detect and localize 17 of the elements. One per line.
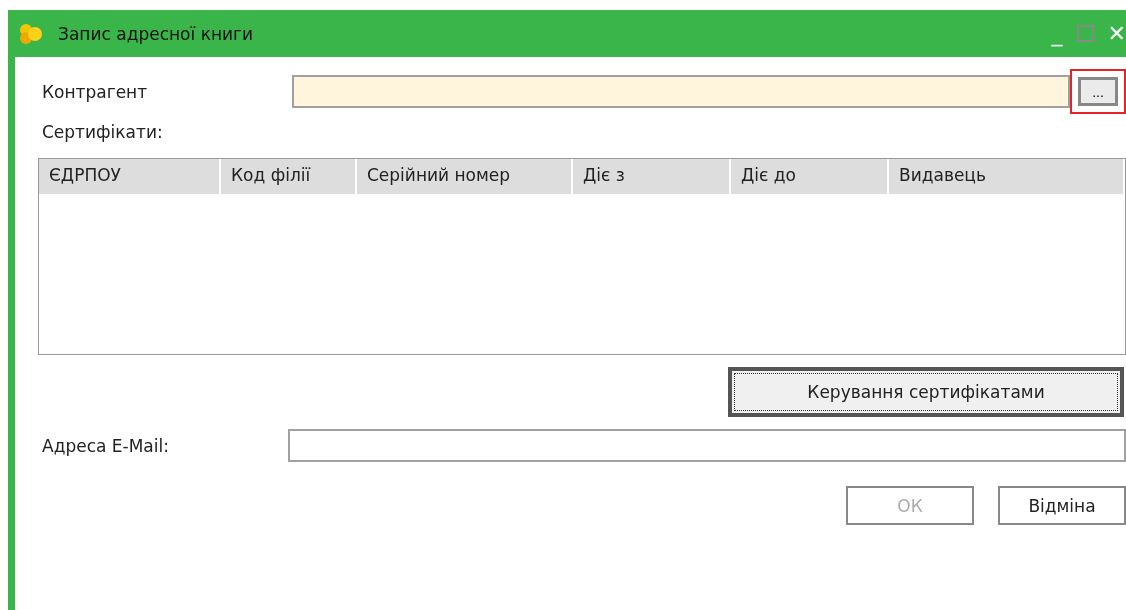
email-field[interactable] bbox=[288, 429, 1126, 462]
dialog-button[interactable]: Відміна bbox=[998, 486, 1126, 525]
column-header[interactable]: Видавець bbox=[889, 159, 1125, 194]
field-label: Контрагент bbox=[42, 81, 149, 102]
maximize-button[interactable] bbox=[1076, 25, 1094, 42]
column-header[interactable]: Діє з bbox=[573, 159, 731, 194]
column-header[interactable]: Діє до bbox=[731, 159, 889, 194]
window-title: Запис адресної книги bbox=[58, 23, 255, 44]
browse-button[interactable]: ... bbox=[1078, 77, 1118, 106]
column-header[interactable]: ЄДРПОУ bbox=[39, 159, 221, 194]
section-label: Сертифікати: bbox=[42, 122, 164, 142]
manage-certificates-button[interactable]: Керування сертифікатами bbox=[728, 367, 1124, 417]
contractor-field[interactable] bbox=[292, 75, 1070, 108]
column-header[interactable]: Код філії bbox=[221, 159, 357, 194]
column-header[interactable]: Серійний номер bbox=[357, 159, 573, 194]
field-label: Адреса E-Mail: bbox=[42, 435, 170, 456]
app-logo-icon bbox=[18, 22, 44, 45]
